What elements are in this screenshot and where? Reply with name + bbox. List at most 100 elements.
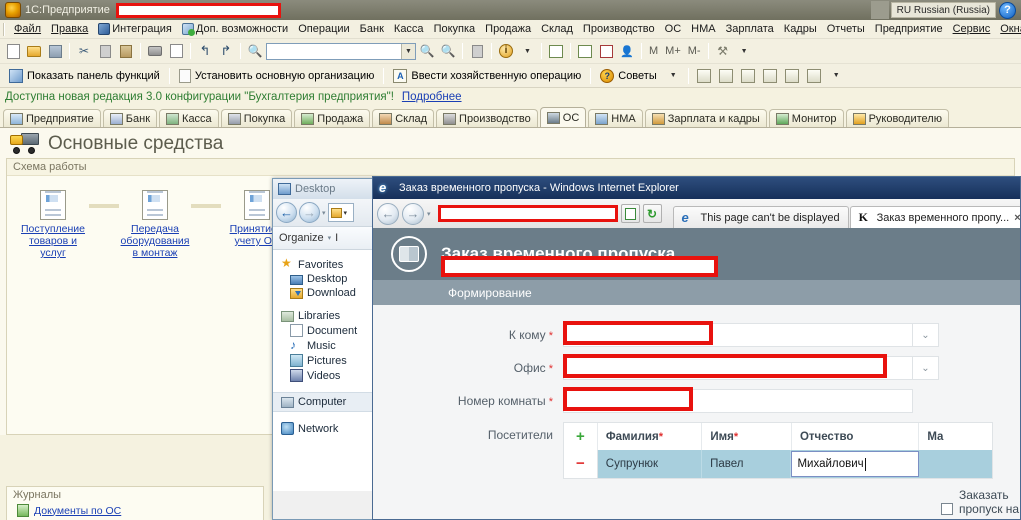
close-icon[interactable]: × (1014, 212, 1020, 224)
organize-button[interactable]: Organize (279, 232, 324, 244)
cell-patronymic[interactable]: Михайлович (791, 450, 920, 478)
report-button-4[interactable] (760, 66, 780, 86)
cell-surname[interactable]: Супрунюк (598, 450, 703, 478)
chevron-down-icon[interactable]: ▾ (328, 234, 332, 242)
menu-item-intangibles[interactable]: НМА (686, 22, 720, 36)
scheme-link-label[interactable]: Поступление товаров и услуг (17, 223, 89, 259)
tips-dropdown[interactable]: ▼ (663, 66, 683, 86)
ie-tab-pass-order[interactable]: K Заказ временного пропу... × (849, 206, 1020, 228)
tree-item-network[interactable]: Network (273, 421, 375, 436)
include-button-partial[interactable]: I (335, 232, 338, 244)
menu-item-cash[interactable]: Касса (389, 22, 429, 36)
tab-cash[interactable]: Касса (159, 109, 219, 127)
tree-item-pictures[interactable]: Pictures (273, 353, 375, 368)
memory-mplus-button[interactable]: M+ (662, 45, 684, 57)
tab-monitor[interactable]: Монитор (768, 109, 844, 127)
menu-item-windows[interactable]: Окна (995, 22, 1021, 36)
memory-m-button[interactable]: M (646, 45, 661, 57)
cell-extra[interactable] (919, 450, 992, 478)
search-input[interactable]: ▼ (266, 42, 416, 60)
tab-fixed-assets[interactable]: ОС (539, 107, 587, 127)
menu-item-operations[interactable]: Операции (293, 22, 354, 36)
compatibility-view-button[interactable] (620, 204, 640, 223)
forward-arrow-icon[interactable]: → (402, 202, 424, 225)
undo-button[interactable]: ↰ (195, 41, 215, 61)
tab-enterprise[interactable]: Предприятие (3, 109, 101, 127)
menu-item-warehouse[interactable]: Склад (536, 22, 578, 36)
remove-visitor-button[interactable]: − (564, 450, 598, 478)
save-button[interactable] (45, 41, 65, 61)
menu-item-purchase[interactable]: Покупка (429, 22, 481, 36)
menu-item-fixed-assets[interactable]: ОС (660, 22, 687, 36)
spreadsheet-button[interactable] (575, 41, 595, 61)
report-button-2[interactable] (716, 66, 736, 86)
menu-drag-handle[interactable] (3, 22, 5, 36)
notice-more-link[interactable]: Подробнее (402, 91, 462, 103)
employee-pass-checkbox-row[interactable]: Заказать пропуск на сотрудников (373, 488, 1020, 519)
set-main-organization-button[interactable]: Установить основную организацию (175, 68, 379, 84)
reports-dropdown[interactable]: ▼ (826, 66, 846, 86)
tree-item-downloads[interactable]: Download (273, 286, 375, 300)
tree-item-documents[interactable]: Document (273, 323, 375, 338)
info-dropdown[interactable]: ▼ (517, 41, 537, 61)
cut-button[interactable]: ✂ (74, 41, 94, 61)
office-dropdown-button[interactable]: ⌄ (913, 356, 939, 380)
forward-arrow-icon[interactable]: → (299, 202, 320, 223)
tree-item-music[interactable]: ♪ Music (273, 338, 375, 353)
tree-item-libraries[interactable]: Libraries (273, 309, 375, 323)
tree-item-favorites[interactable]: ★ Favorites (273, 257, 375, 272)
open-button[interactable] (24, 41, 44, 61)
employee-pass-checkbox[interactable] (941, 503, 953, 515)
scheme-link-label[interactable]: Передача оборудования в монтаж (119, 223, 191, 259)
settings-dropdown[interactable]: ▼ (734, 41, 754, 61)
enter-business-operation-button[interactable]: A Ввести хозяйственную операцию (389, 68, 585, 84)
tab-payroll[interactable]: Зарплата и кадры (644, 109, 767, 127)
print-preview-button[interactable] (166, 41, 186, 61)
find-prev-button[interactable]: 🔍 (438, 41, 458, 61)
menu-item-hr[interactable]: Кадры (779, 22, 822, 36)
back-arrow-icon[interactable]: ← (276, 202, 297, 223)
tab-sales[interactable]: Продажа (294, 109, 371, 127)
find-button[interactable]: 🔍 (245, 41, 265, 61)
tree-item-computer[interactable]: Computer (273, 392, 375, 412)
paste-button[interactable] (116, 41, 136, 61)
settings-button[interactable]: ⚒ (713, 41, 733, 61)
menu-item-extras[interactable]: Доп. возможности (177, 22, 293, 36)
menu-item-payroll[interactable]: Зарплата (721, 22, 779, 36)
language-indicator[interactable]: RU Russian (Russia) (890, 2, 996, 18)
recipient-input[interactable] (563, 321, 913, 347)
menu-item-file[interactable]: Файл (9, 22, 46, 36)
menu-item-sales[interactable]: Продажа (480, 22, 536, 36)
print-button[interactable] (145, 41, 165, 61)
back-arrow-icon[interactable]: ← (377, 202, 399, 225)
show-functions-panel-button[interactable]: Показать панель функций (5, 68, 164, 84)
journal-link-label[interactable]: Документы по ОС (34, 505, 121, 517)
cell-name[interactable]: Павел (702, 450, 792, 478)
refresh-button[interactable]: ↻ (642, 204, 662, 223)
menu-item-enterprise[interactable]: Предприятие (870, 22, 948, 36)
tab-bank[interactable]: Банк (102, 109, 158, 127)
recent-pages-chevron-icon[interactable]: ▾ (427, 210, 431, 218)
tree-item-videos[interactable]: Videos (273, 368, 375, 383)
tips-button[interactable]: ? Советы (596, 68, 660, 84)
add-visitor-button[interactable]: + (564, 423, 598, 450)
new-document-button[interactable] (3, 41, 23, 61)
recipient-dropdown-button[interactable]: ⌄ (913, 323, 939, 347)
report-button-5[interactable] (782, 66, 802, 86)
menu-item-integration[interactable]: Интеграция (93, 22, 177, 36)
duplicate-button[interactable] (467, 41, 487, 61)
help-button-icon[interactable]: ? (999, 1, 1016, 19)
recent-pages-chevron-icon[interactable]: ▾ (322, 209, 326, 217)
scheme-node-receipt[interactable]: Поступление товаров и услуг (17, 190, 89, 259)
memory-mminus-button[interactable]: M- (685, 45, 704, 57)
tab-director[interactable]: Руководителю (845, 109, 949, 127)
calculator-button[interactable] (546, 41, 566, 61)
user-button[interactable]: 👤 (617, 41, 637, 61)
tab-production[interactable]: Производство (436, 109, 538, 127)
redo-button[interactable]: ↱ (216, 41, 236, 61)
menu-item-edit[interactable]: Правка (46, 22, 93, 36)
calendar-button[interactable] (596, 41, 616, 61)
journal-item[interactable]: Документы по ОС (7, 503, 263, 520)
menu-item-production[interactable]: Производство (578, 22, 660, 36)
menu-item-bank[interactable]: Банк (355, 22, 389, 36)
